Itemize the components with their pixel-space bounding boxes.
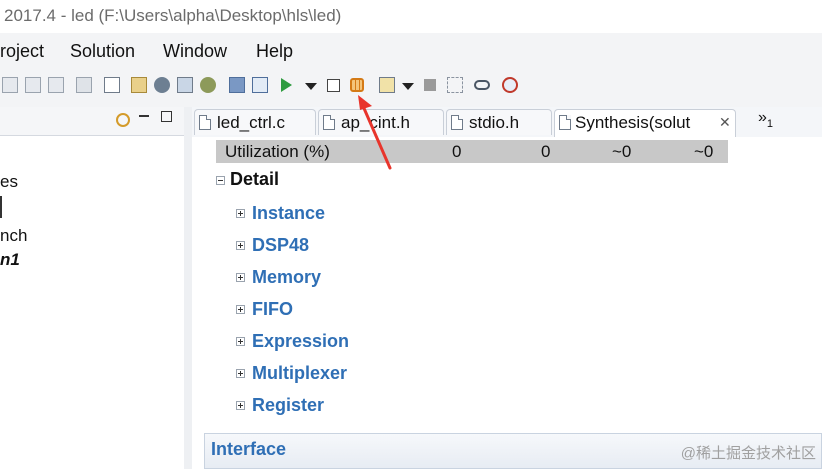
annotation-arrow-icon [358,95,392,170]
watermark: @稀土掘金技术社区 [680,445,816,462]
